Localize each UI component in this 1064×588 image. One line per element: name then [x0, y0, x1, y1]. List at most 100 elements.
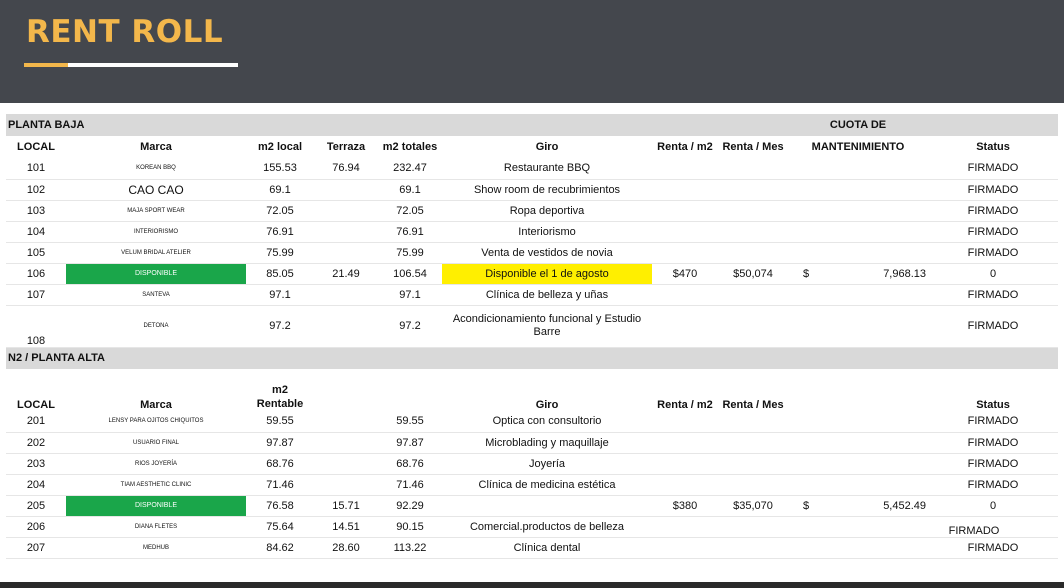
cell-terraza: 21.49 — [314, 263, 378, 285]
cell-cuota-symbol — [788, 432, 825, 454]
col-renta-mes: Renta / Mes — [722, 399, 784, 411]
cell-marca: RIOS JOYERÍA — [66, 453, 246, 475]
cell-giro — [442, 495, 652, 517]
cell-renta-mes — [718, 474, 789, 496]
cell-renta-m2 — [652, 221, 718, 243]
cell-renta-mes — [718, 179, 789, 201]
cell-cuota-symbol — [788, 179, 825, 201]
cell-status: FIRMADO — [928, 537, 1059, 559]
footer-bar — [0, 582, 1064, 588]
cell-m2: 75.99 — [246, 242, 314, 264]
cell-terraza — [314, 284, 378, 306]
cell-renta-mes — [718, 411, 789, 433]
cell-local: 102 — [6, 179, 66, 201]
cell-renta-mes — [718, 516, 789, 538]
cell-renta-m2: $380 — [652, 495, 718, 517]
cell-cuota-symbol — [788, 305, 825, 348]
cell-m2: 97.87 — [246, 432, 314, 454]
cell-marca: USUARIO FINAL — [66, 432, 246, 454]
header-banner: RENT ROLL — [0, 0, 1064, 103]
cell-local: 203 — [6, 453, 66, 475]
cell-status: FIRMADO — [928, 453, 1059, 475]
cell-renta-mes — [718, 284, 789, 306]
cell-giro: Comercial.productos de belleza — [442, 516, 652, 538]
cell-cuota — [824, 284, 929, 306]
cell-m2: 68.76 — [246, 453, 314, 475]
cell-giro: Clínica de belleza y uñas — [442, 284, 652, 306]
cell-cuota-symbol — [788, 537, 825, 559]
cell-cuota — [824, 516, 929, 538]
cell-status: FIRMADO — [928, 305, 1059, 348]
table-row: 105 VELUM BRIDAL ATELIER 75.99 75.99 Ven… — [6, 242, 1059, 264]
cell-marca: DETONA — [66, 305, 246, 348]
cell-local: 101 — [6, 158, 66, 180]
section-title: PLANTA BAJA — [6, 114, 789, 136]
cell-terraza — [314, 200, 378, 222]
cell-terraza — [314, 221, 378, 243]
cell-terraza: 15.71 — [314, 495, 378, 517]
cell-m2: 97.2 — [246, 305, 314, 348]
cell-renta-m2 — [652, 432, 718, 454]
col-giro: Giro — [535, 141, 559, 153]
cell-m2: 84.62 — [246, 537, 314, 559]
cell-status: FIRMADO — [928, 200, 1059, 222]
cell-renta-m2 — [652, 305, 718, 348]
title-underline-accent — [24, 63, 68, 67]
cell-giro: Interiorismo — [442, 221, 652, 243]
table-row: 204 TIAM AESTHETIC CLINIC 71.46 71.46 Cl… — [6, 474, 1059, 496]
cell-giro: Show room de recubrimientos — [442, 179, 652, 201]
cell-local: 202 — [6, 432, 66, 454]
cell-local: 108 — [6, 305, 66, 348]
cell-local: 205 — [6, 495, 66, 517]
cell-status: FIRMADO — [928, 179, 1059, 201]
cell-giro-highlighted: Disponible el 1 de agosto — [442, 263, 652, 285]
cell-m2totales: 106.54 — [378, 263, 442, 285]
col-terraza: Terraza — [326, 141, 366, 153]
cell-m2totales: 90.15 — [378, 516, 442, 538]
table-row: 102 CAO CAO 69.1 69.1 Show room de recub… — [6, 179, 1059, 201]
col-local: LOCAL — [17, 141, 55, 153]
cell-giro: Clínica dental — [442, 537, 652, 559]
cell-m2: 72.05 — [246, 200, 314, 222]
cell-cuota-symbol — [788, 200, 825, 222]
cell-terraza — [314, 411, 378, 433]
col-local: LOCAL — [17, 399, 55, 411]
col-marca: Marca — [140, 399, 172, 411]
cell-m2: 59.55 — [246, 411, 314, 433]
cell-m2: 69.1 — [246, 179, 314, 201]
cell-m2totales: 113.22 — [378, 537, 442, 559]
cell-renta-mes — [718, 305, 789, 348]
cell-status: 0 — [928, 263, 1059, 285]
cell-status: FIRMADO — [928, 516, 1059, 538]
cell-terraza — [314, 474, 378, 496]
cell-cuota — [824, 411, 929, 433]
table-row: 108 DETONA 97.2 97.2 Acondicionamiento f… — [6, 305, 1059, 348]
cell-cuota — [824, 305, 929, 348]
section-title: N2 / PLANTA ALTA — [6, 347, 1059, 369]
cell-local: 207 — [6, 537, 66, 559]
cell-m2: 85.05 — [246, 263, 314, 285]
cell-renta-mes — [718, 432, 789, 454]
cell-renta-mes — [718, 200, 789, 222]
cell-m2: 97.1 — [246, 284, 314, 306]
cell-terraza — [314, 453, 378, 475]
cell-cuota-symbol — [788, 158, 825, 180]
cell-renta-m2 — [652, 474, 718, 496]
cell-renta-m2 — [652, 453, 718, 475]
table-row: 107 SANTEVA 97.1 97.1 Clínica de belleza… — [6, 284, 1059, 306]
cell-local: 106 — [6, 263, 66, 285]
cell-renta-m2 — [652, 200, 718, 222]
cell-terraza — [314, 179, 378, 201]
cell-m2totales: 59.55 — [378, 411, 442, 433]
table-row: 202 USUARIO FINAL 97.87 97.87 Microbladi… — [6, 432, 1059, 454]
col-status: Status — [976, 141, 1010, 153]
cell-terraza: 76.94 — [314, 158, 378, 180]
cell-terraza — [314, 242, 378, 264]
cuota-header-line1: CUOTA DE — [788, 114, 929, 136]
table-row: 201 LENSY PARA OJITOS CHIQUITOS 59.55 59… — [6, 411, 1059, 433]
col-m2-line1: m2 — [272, 384, 288, 396]
cell-local: 103 — [6, 200, 66, 222]
cell-m2: 75.64 — [246, 516, 314, 538]
cell-renta-m2 — [652, 242, 718, 264]
col-mantenimiento: MANTENIMIENTO — [811, 141, 905, 153]
